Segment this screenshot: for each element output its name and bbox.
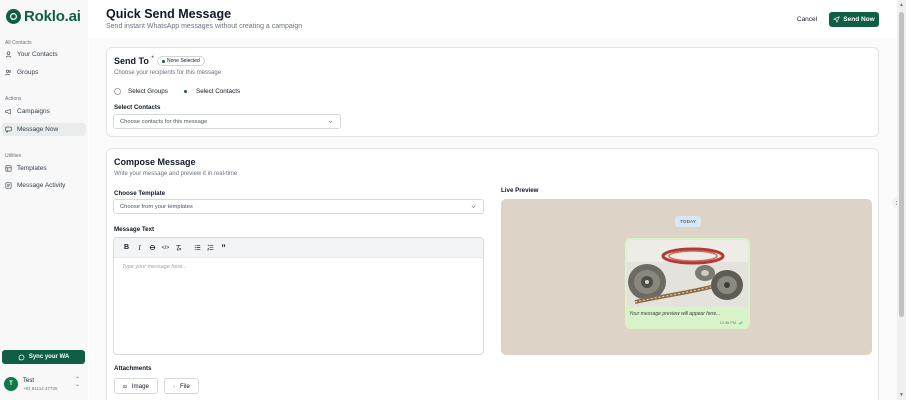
radio-circle[interactable] — [114, 88, 121, 95]
status-badge: None Selected — [157, 56, 205, 66]
bullet-list-icon — [194, 245, 201, 250]
preview-image — [627, 240, 748, 307]
message-icon — [5, 126, 12, 133]
sidebar-item-label: Message Now — [17, 126, 59, 133]
nav-section-heading: All Contacts — [5, 40, 32, 46]
megaphone-icon — [5, 108, 11, 115]
message-bubble: Your message preview will appear here...… — [625, 238, 750, 329]
message-editor[interactable]: B I </> ” Type your message here... — [113, 237, 484, 355]
radio-select-contacts[interactable]: Select Contacts — [182, 88, 240, 95]
paperclip-icon — [173, 385, 175, 387]
user-menu[interactable]: T Test +91 81114 47725 ⌃ ⌄ — [4, 374, 84, 394]
date-chip: TODAY — [675, 216, 702, 227]
template-select[interactable]: Choose from your templates — [113, 199, 484, 214]
attach-file-label: File — [180, 382, 190, 390]
users-icon — [5, 69, 12, 76]
editor-toolbar: B I </> ” — [114, 238, 483, 258]
sync-wa-label: Sync your WA — [28, 354, 70, 360]
live-preview-label: Live Preview — [501, 187, 539, 194]
chevron-down-icon — [328, 120, 333, 123]
radio-select-groups[interactable]: Select Groups — [114, 88, 168, 95]
sidebar: Roklo.ai All Contacts Your Contacts Grou… — [0, 0, 88, 400]
choose-template-label: Choose Template — [114, 190, 166, 197]
clear-format-icon — [176, 245, 182, 251]
strikethrough-icon — [149, 245, 156, 250]
message-text-label: Message Text — [114, 226, 155, 233]
live-preview-panel: TODAY Your message preview will appear h… — [501, 199, 872, 355]
page-title: Quick Send Message — [106, 7, 232, 21]
scroll-up-arrow-icon[interactable]: ▲ — [897, 0, 906, 9]
user-icon — [5, 51, 12, 58]
required-mark: * — [151, 56, 154, 62]
nav-section-heading: Utilities — [5, 153, 22, 159]
chevron-down-icon — [471, 205, 476, 208]
bold-button[interactable]: B — [120, 242, 133, 254]
app-root: Roklo.ai All Contacts Your Contacts Grou… — [0, 0, 906, 400]
sidebar-item-message-now[interactable]: Message Now — [2, 123, 86, 136]
scrollbar-thumb[interactable] — [899, 12, 904, 317]
quote-icon: ” — [221, 242, 226, 253]
avatar: T — [4, 377, 18, 391]
template-icon — [5, 165, 12, 172]
user-name: Test — [23, 377, 35, 384]
sidebar-item-groups[interactable]: Groups — [2, 66, 86, 79]
clear-format-button[interactable] — [172, 242, 185, 254]
sidebar-item-campaigns[interactable]: Campaigns — [2, 105, 86, 118]
sidebar-item-label: Templates — [17, 165, 47, 172]
quote-button[interactable]: ” — [217, 242, 230, 254]
brand-name: Roklo.ai — [24, 7, 81, 25]
bullet-list-button[interactable] — [191, 242, 204, 254]
italic-button[interactable]: I — [133, 242, 146, 254]
send-to-title: Send To * — [114, 56, 154, 66]
send-now-button[interactable]: Send Now — [829, 12, 879, 27]
template-select-placeholder: Choose from your templates — [120, 203, 193, 210]
send-to-subtitle: Choose your recipients for this message — [114, 70, 222, 76]
preview-time: 12:46 PM — [719, 321, 736, 325]
strikethrough-button[interactable] — [146, 242, 159, 254]
activity-icon — [5, 182, 12, 189]
send-icon — [833, 16, 840, 23]
brand-logo[interactable]: Roklo.ai — [6, 7, 81, 25]
code-button[interactable]: </> — [159, 242, 172, 254]
sidebar-item-your-contacts[interactable]: Your Contacts — [2, 48, 86, 61]
page-subtitle: Send instant WhatsApp messages without c… — [106, 23, 303, 30]
message-timestamp: 12:46 PM — [720, 321, 744, 325]
status-dot-icon — [162, 59, 165, 63]
double-check-icon — [738, 321, 744, 325]
select-contacts-label: Select Contacts — [114, 104, 161, 111]
attach-image-button[interactable]: Image — [114, 378, 158, 394]
contacts-select[interactable]: Choose contacts for this message — [113, 114, 341, 129]
numbered-list-button[interactable] — [204, 242, 217, 254]
cancel-button[interactable]: Cancel — [790, 12, 824, 27]
compose-subtitle: Write your message and preview it in rea… — [114, 171, 238, 177]
numbered-list-icon — [207, 244, 214, 251]
sidebar-item-message-activity[interactable]: Message Activity — [2, 179, 86, 192]
status-badge-label: None Selected — [167, 58, 200, 64]
attach-image-label: Image — [131, 382, 149, 390]
chat-logo-icon — [6, 8, 21, 24]
radio-circle[interactable] — [182, 88, 189, 95]
contacts-select-placeholder: Choose contacts for this message — [120, 118, 208, 125]
attach-file-button[interactable]: File — [164, 378, 199, 394]
radio-label: Select Contacts — [196, 88, 241, 95]
sidebar-item-label: Your Contacts — [17, 51, 58, 58]
user-info: Test +91 81114 47725 — [23, 378, 58, 391]
attachments-label: Attachments — [114, 365, 152, 372]
chevron-up-down-icon: ⌃ ⌄ — [74, 377, 80, 388]
user-phone: +91 81114 47725 — [23, 385, 58, 391]
send-now-label: Send Now — [843, 16, 875, 23]
preview-message-text: Your message preview will appear here... — [629, 311, 721, 317]
image-icon — [123, 384, 127, 388]
sidebar-item-templates[interactable]: Templates — [2, 162, 86, 175]
sidebar-item-label: Campaigns — [17, 108, 50, 115]
radio-label: Select Groups — [128, 88, 168, 95]
scroll-down-arrow-icon[interactable]: ▼ — [897, 390, 906, 399]
compose-title: Compose Message — [114, 157, 196, 167]
whatsapp-icon — [18, 354, 25, 360]
message-text-placeholder: Type your message here... — [122, 264, 188, 270]
sidebar-item-label: Groups — [17, 69, 39, 76]
nav-section-heading: Actions — [5, 96, 22, 102]
sidebar-item-label: Message Activity — [17, 182, 66, 189]
sync-wa-button[interactable]: Sync your WA — [2, 350, 85, 364]
